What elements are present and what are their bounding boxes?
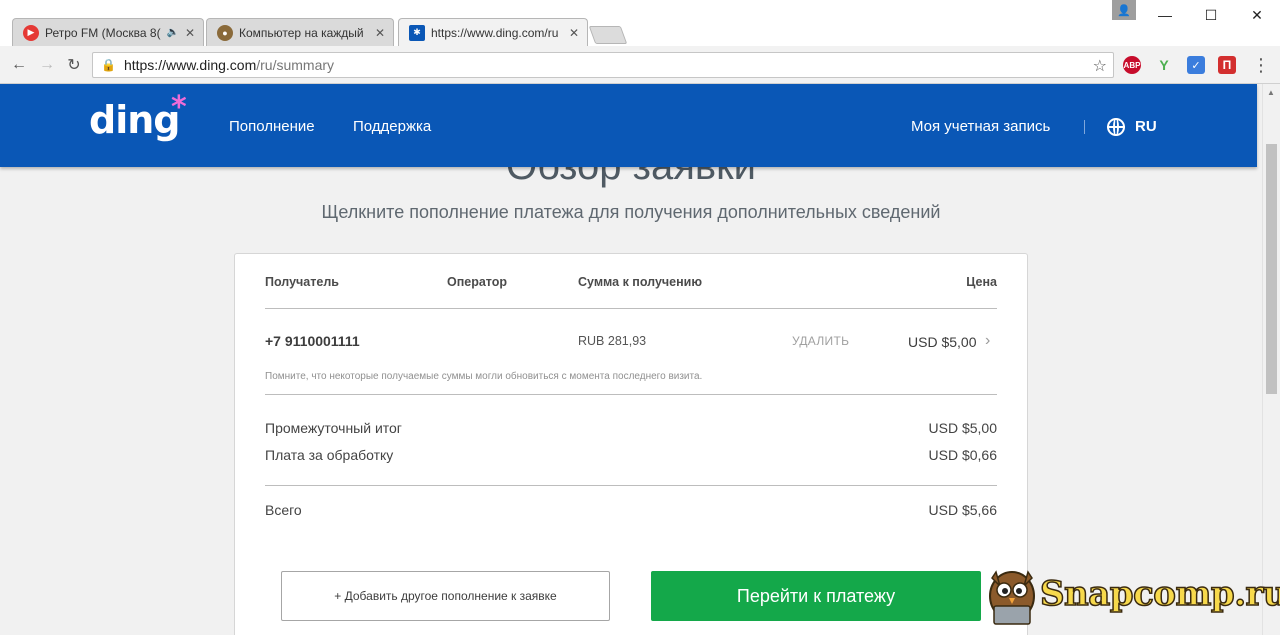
item-price: USD $5,00 — [908, 334, 977, 350]
nav-topup[interactable]: Пополнение — [229, 118, 315, 135]
new-tab-button[interactable] — [588, 26, 628, 44]
audio-icon[interactable]: 🔈 — [167, 27, 179, 38]
adblock-icon[interactable]: ABP — [1123, 56, 1141, 74]
page-scrollbar[interactable]: ▲ — [1262, 84, 1280, 635]
close-button[interactable]: ✕ — [1234, 0, 1280, 30]
header-recipient: Получатель — [265, 275, 339, 289]
browser-toolbar: ← → ↻ 🔒 https://www.ding.com/ru/summary … — [0, 46, 1280, 84]
logo-text: ding — [89, 98, 180, 142]
scrollbar-thumb[interactable] — [1266, 144, 1277, 394]
logo-star-icon: * — [171, 90, 187, 125]
url-path: /ru/summary — [256, 57, 335, 73]
reload-icon[interactable]: ↻ — [63, 54, 85, 76]
tab-ding[interactable]: ✱ https://www.ding.com/ru ✕ — [398, 18, 588, 46]
profile-icon[interactable]: 👤 — [1112, 0, 1136, 20]
url-host: https://www.ding.com — [123, 57, 257, 73]
watermark-text: Snapcomp.ru — [1039, 573, 1280, 615]
account-link[interactable]: Моя учетная запись — [911, 118, 1050, 135]
total-label: Всего — [265, 502, 302, 518]
chevron-right-icon[interactable]: › — [985, 332, 990, 350]
minimize-button[interactable]: — — [1142, 0, 1188, 30]
address-bar[interactable]: 🔒 https://www.ding.com/ru/summary ☆ — [92, 52, 1114, 78]
update-note: Помните, что некоторые получаемые суммы … — [265, 371, 703, 382]
divider — [265, 485, 997, 486]
browser-chrome: ▶ Ретро FM (Москва 8( 🔈 ✕ ● Компьютер на… — [0, 0, 1280, 84]
total-value: USD $5,66 — [928, 502, 997, 518]
back-icon[interactable]: ← — [8, 54, 30, 76]
scroll-up-icon[interactable]: ▲ — [1267, 88, 1275, 97]
maximize-button[interactable]: ☐ — [1188, 0, 1234, 30]
header-operator: Оператор — [447, 275, 508, 289]
divider — [265, 308, 997, 309]
item-recipient: +7 9110001111 — [265, 333, 360, 349]
tab-title: https://www.ding.com/ru — [431, 25, 559, 40]
tab-title: Ретро FM (Москва 8( — [45, 25, 161, 40]
add-topup-button[interactable]: + Добавить другое пополнение к заявке — [281, 571, 610, 621]
header-divider — [1084, 120, 1085, 134]
tab-close-icon[interactable]: ✕ — [373, 26, 387, 40]
globe-icon[interactable] — [1107, 118, 1125, 136]
delete-button[interactable]: УДАЛИТЬ — [792, 334, 849, 348]
proceed-to-payment-button[interactable]: Перейти к платежу — [651, 571, 981, 621]
owl-mascot-icon — [989, 570, 1035, 625]
pocket-icon[interactable]: Π — [1218, 56, 1236, 74]
site-header: ding * Пополнение Поддержка Моя учетная … — [0, 84, 1257, 167]
menu-icon[interactable]: ⋮ — [1250, 54, 1272, 76]
owl-icon: ● — [217, 24, 233, 41]
tab-close-icon[interactable]: ✕ — [183, 26, 197, 40]
order-summary-card: Получатель Оператор Сумма к получению Це… — [234, 253, 1028, 635]
watermark: Snapcomp.ru — [986, 566, 1280, 632]
page-subtitle: Щелкните пополнение платежа для получени… — [321, 202, 941, 222]
fee-label: Плата за обработку — [265, 447, 394, 463]
language-switch[interactable]: RU — [1135, 118, 1157, 135]
subtotal-value: USD $5,00 — [928, 420, 997, 436]
fee-value: USD $0,66 — [928, 447, 997, 463]
tab-title: Компьютер на каждый — [239, 25, 364, 40]
bookmark-star-icon[interactable]: ☆ — [1093, 56, 1107, 76]
tab-retro-fm[interactable]: ▶ Ретро FM (Москва 8( 🔈 ✕ — [12, 18, 204, 46]
nav-support[interactable]: Поддержка — [353, 118, 431, 135]
header-amount: Сумма к получению — [578, 275, 703, 289]
item-amount: RUB 281,93 — [578, 334, 647, 348]
yandex-icon[interactable]: Y — [1155, 56, 1173, 74]
subtotal-label: Промежуточный итог — [265, 420, 402, 436]
divider — [265, 394, 997, 395]
window-controls: — ☐ ✕ — [1142, 0, 1280, 30]
forward-icon[interactable]: → — [36, 54, 58, 76]
ding-logo[interactable]: ding * — [89, 90, 187, 142]
page-viewport: ding * Пополнение Поддержка Моя учетная … — [0, 84, 1262, 635]
tab-strip: ▶ Ретро FM (Москва 8( 🔈 ✕ ● Компьютер на… — [0, 0, 1280, 46]
tab-close-icon[interactable]: ✕ — [567, 26, 581, 40]
play-icon: ▶ — [23, 24, 39, 41]
lock-icon: 🔒 — [101, 58, 116, 72]
chart-icon[interactable]: ✓ — [1187, 56, 1205, 74]
header-price: Цена — [966, 275, 997, 289]
tab-computer[interactable]: ● Компьютер на каждый ✕ — [206, 18, 394, 46]
ding-icon: ✱ — [409, 24, 425, 41]
